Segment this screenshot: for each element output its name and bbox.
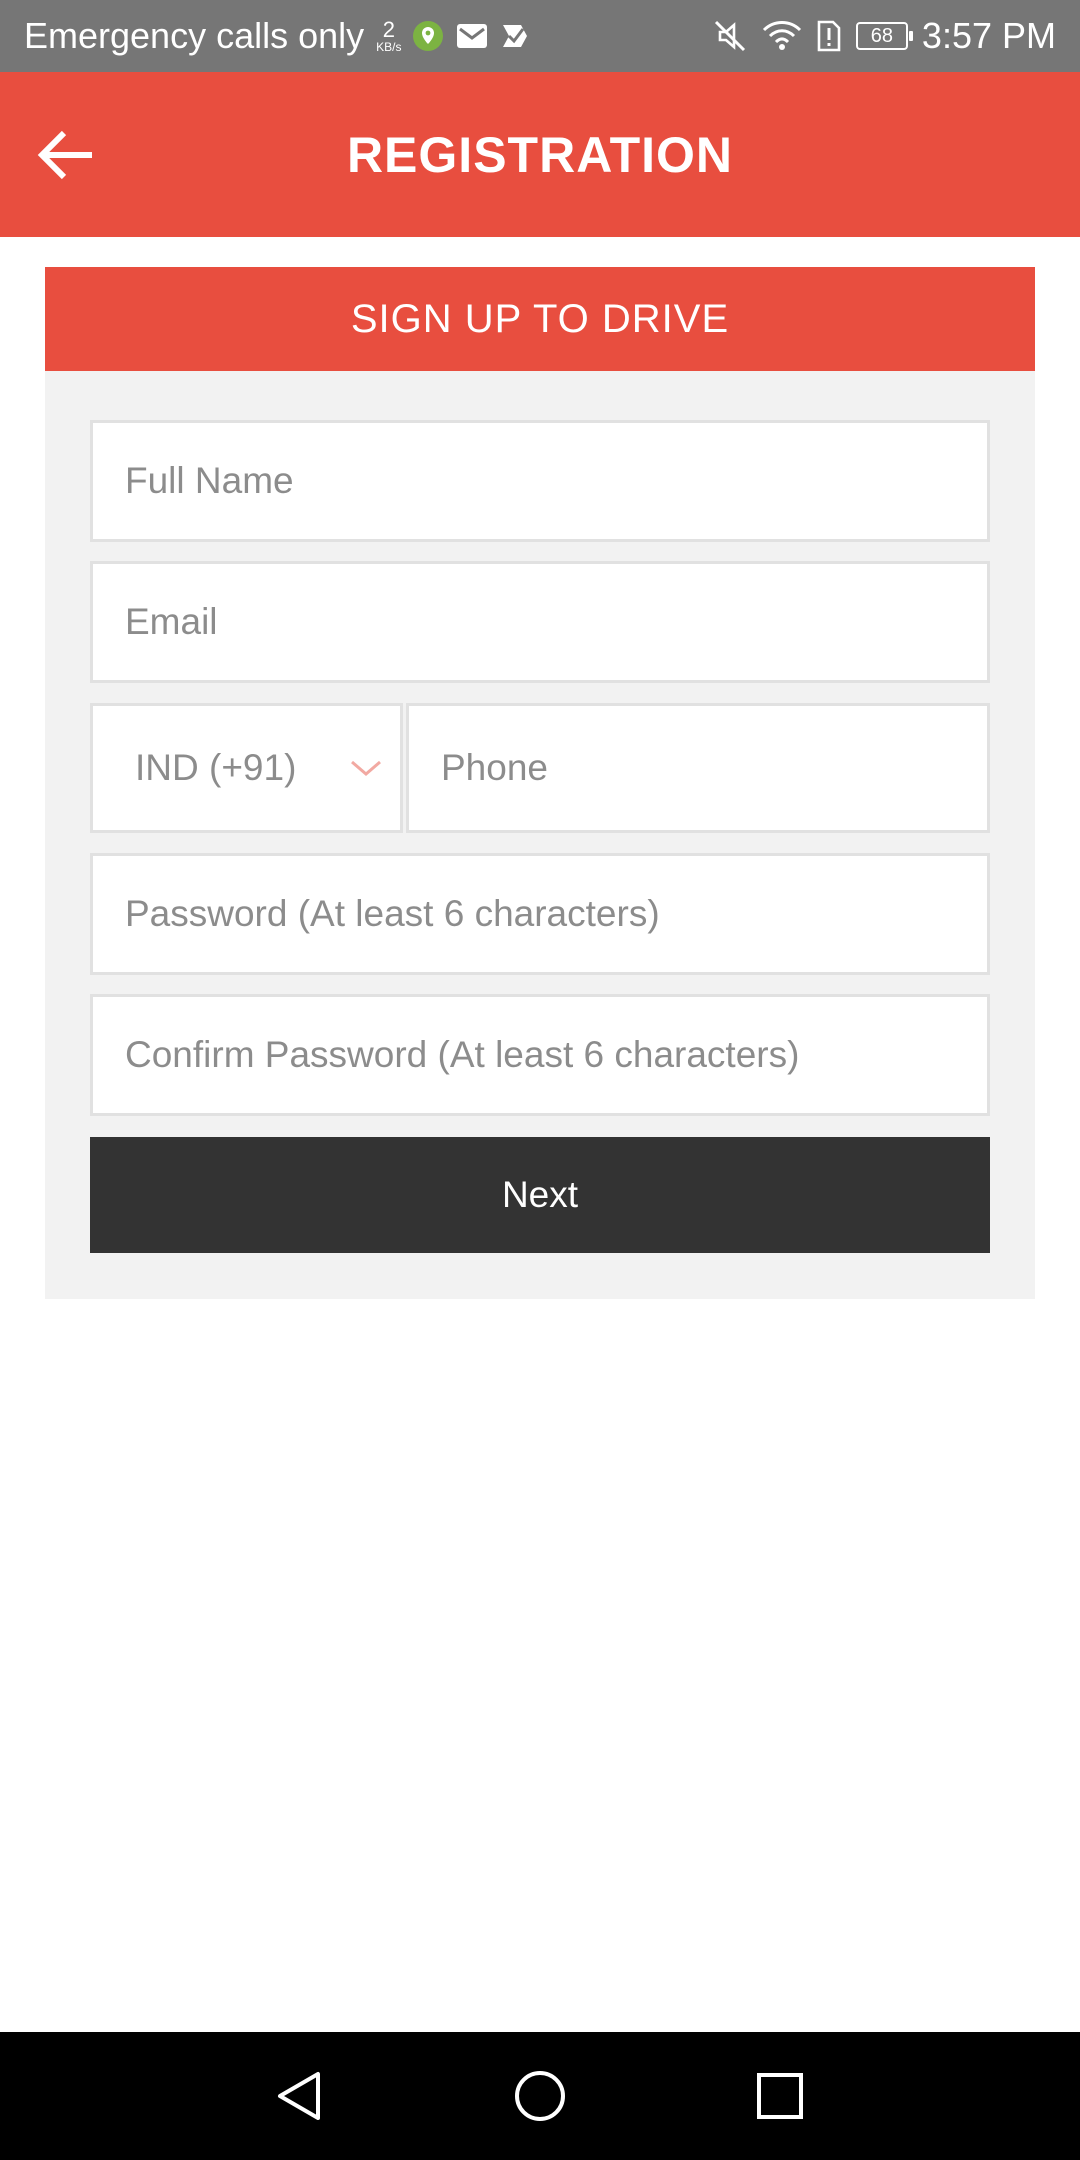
battery-icon: 68: [855, 22, 913, 50]
battery-level: 68: [870, 24, 894, 47]
data-rate-unit: KB/s: [376, 40, 402, 54]
back-icon: [278, 2072, 320, 2120]
sim-alert-icon: [816, 19, 842, 53]
location-icon: [411, 19, 445, 53]
status-time: 3:57 PM: [921, 15, 1056, 56]
chevron-down-icon: [346, 756, 386, 780]
next-button-label: Next: [501, 1174, 579, 1215]
status-bar-left: Emergency calls only 2 KB/s: [24, 15, 533, 57]
nav-back-button[interactable]: [274, 2068, 326, 2124]
country-code-select[interactable]: IND (+91): [90, 703, 403, 833]
carrier-text: Emergency calls only: [24, 15, 365, 56]
navigation-bar: [0, 2032, 1080, 2160]
mail-icon: [455, 21, 489, 51]
phone-placeholder: Phone: [441, 747, 548, 788]
signup-card: SIGN UP TO DRIVE Full Name Email IND (+9…: [45, 267, 1035, 1299]
confirm-password-input[interactable]: Confirm Password (At least 6 characters): [90, 994, 990, 1116]
status-bar-right: 68 3:57 PM: [712, 15, 1056, 57]
nav-recents-button[interactable]: [754, 2070, 806, 2122]
email-input[interactable]: Email: [90, 561, 990, 683]
status-bar: Emergency calls only 2 KB/s 68 3:57 PM: [0, 0, 1080, 72]
email-placeholder: Email: [125, 601, 218, 642]
page-title: REGISTRATION: [346, 126, 734, 183]
full-name-input[interactable]: Full Name: [90, 420, 990, 542]
wifi-icon: [762, 19, 802, 53]
nav-home-button[interactable]: [512, 2068, 568, 2124]
next-button[interactable]: Next: [90, 1137, 990, 1253]
phone-input[interactable]: Phone: [406, 703, 990, 833]
recents-icon: [757, 2073, 803, 2119]
mute-icon: [712, 18, 748, 54]
country-code-value: IND (+91): [135, 747, 297, 788]
data-rate: 2 KB/s: [376, 17, 402, 54]
data-rate-value: 2: [382, 17, 395, 42]
confirm-password-placeholder: Confirm Password (At least 6 characters): [125, 1034, 800, 1075]
registration-screen: Emergency calls only 2 KB/s 68 3:57 PM R…: [0, 0, 1080, 2160]
home-icon: [515, 2071, 565, 2121]
app-bar: REGISTRATION: [0, 72, 1080, 237]
signup-header: SIGN UP TO DRIVE: [45, 267, 1035, 371]
password-input[interactable]: Password (At least 6 characters): [90, 853, 990, 975]
full-name-placeholder: Full Name: [125, 460, 294, 501]
arrow-left-icon: [37, 130, 92, 179]
password-placeholder: Password (At least 6 characters): [125, 893, 660, 934]
tasks-icon: [499, 19, 533, 53]
back-button[interactable]: [30, 119, 102, 191]
